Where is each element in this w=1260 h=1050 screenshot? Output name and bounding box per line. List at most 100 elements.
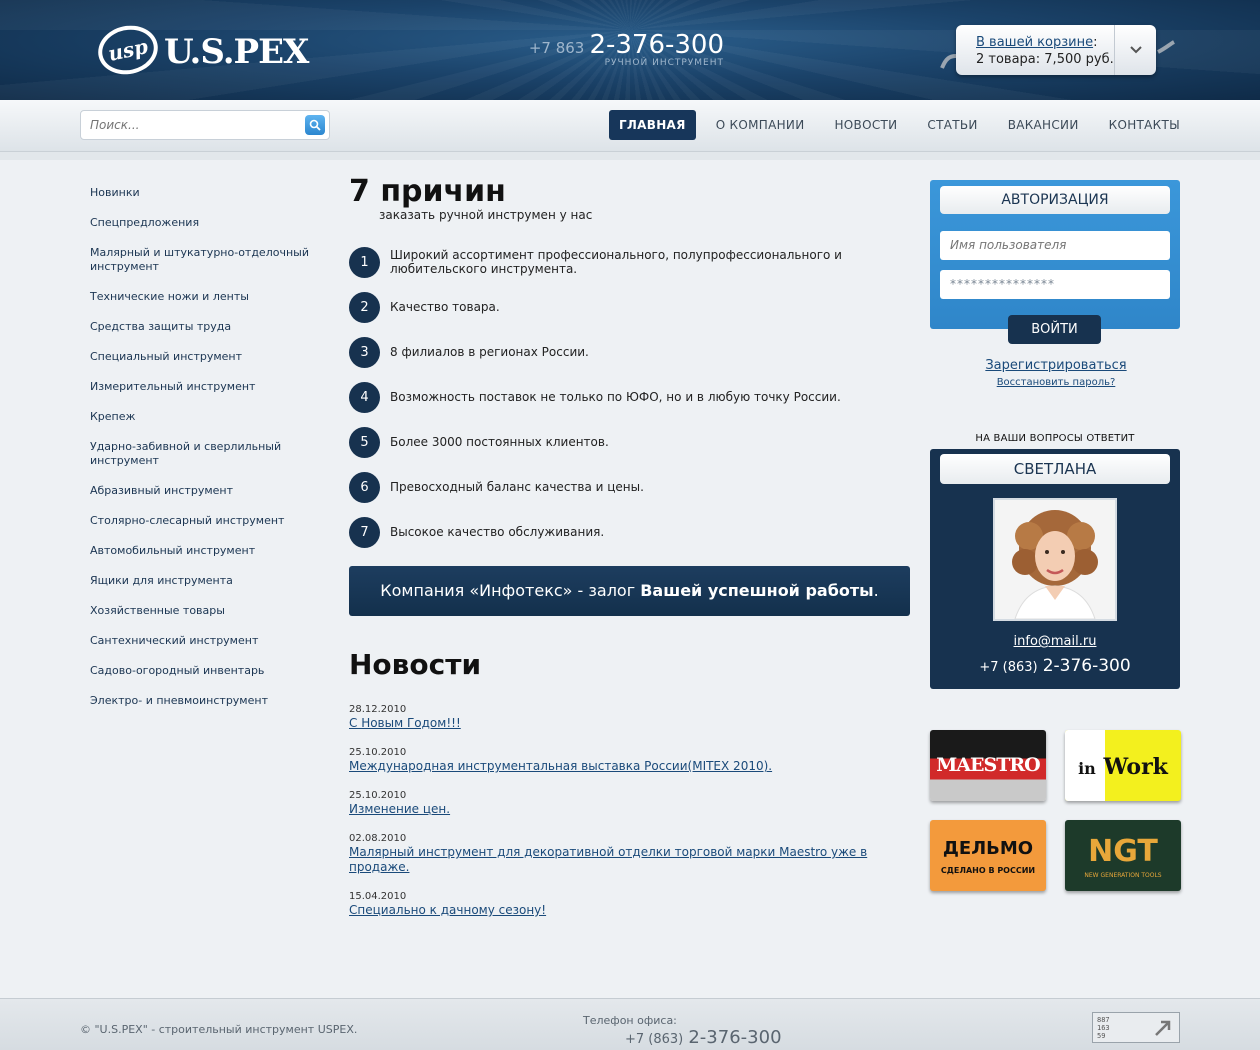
- site-header: usp U.S.PEX +7 863 2-376-300 РУЧНОЙ ИНСТ…: [0, 0, 1260, 100]
- menu-item-contacts[interactable]: КОНТАКТЫ: [1099, 110, 1190, 140]
- cart-widget[interactable]: В вашей корзине: 2 товара: 7,500 руб.: [956, 25, 1156, 75]
- copyright: © "U.S.PEX" - строительный инструмент US…: [80, 1023, 358, 1036]
- cart-dropdown-button[interactable]: [1114, 25, 1156, 75]
- brand-ngt[interactable]: NGT NEW GENERATION TOOLS: [1065, 820, 1181, 891]
- category-item[interactable]: Абразивный инструмент: [90, 484, 320, 498]
- nav-divider: [0, 152, 1260, 160]
- category-item[interactable]: Электро- и пневмоинструмент: [90, 694, 320, 708]
- news-title: Новости: [349, 648, 482, 681]
- category-item[interactable]: Садово-огородный инвентарь: [90, 664, 320, 678]
- banner-text-end: .: [873, 581, 879, 600]
- banner-text-start: Компания «Инфотекс» - залог: [380, 581, 641, 600]
- header-phone-caption: РУЧНОЙ ИНСТРУМЕНТ: [604, 58, 724, 68]
- header-phone-code: +7 863: [528, 39, 585, 57]
- helper-caption: НА ВАШИ ВОПРОСЫ ОТВЕТИТ: [975, 433, 1135, 444]
- reason-number: 2: [349, 292, 380, 323]
- news-item: 28.12.2010 С Новым Годом!!!: [349, 704, 910, 731]
- category-item[interactable]: Столярно-слесарный инструмент: [90, 514, 320, 528]
- logo-badge: usp: [93, 20, 163, 80]
- reason-text: Возможность поставок не только по ЮФО, н…: [390, 390, 841, 404]
- restore-wrap: Восстановить пароль?: [930, 377, 1182, 388]
- brand-delmo[interactable]: ДЕЛЬМО СДЕЛАНО В РОССИИ: [930, 820, 1046, 891]
- brand-delmo-sub: СДЕЛАНО В РОССИИ: [940, 866, 1036, 875]
- footer-phone: Телефон офиса: +7 (863) 2-376-300: [583, 1014, 782, 1048]
- category-item[interactable]: Ящики для инструмента: [90, 574, 320, 588]
- category-item[interactable]: Автомобильный инструмент: [90, 544, 320, 558]
- news-date: 15.04.2010: [349, 891, 407, 902]
- category-list: Новинки Спецпредложения Малярный и штука…: [90, 186, 320, 724]
- reason-text: Широкий ассортимент профессионального, п…: [390, 248, 842, 276]
- news-link[interactable]: Международная инструментальная выставка …: [349, 759, 910, 774]
- cart-link[interactable]: В вашей корзине: [976, 35, 1093, 50]
- reason-text: Качество товара.: [390, 300, 500, 314]
- helper-name: СВЕТЛАНА: [940, 454, 1170, 484]
- category-item[interactable]: Средства защиты труда: [90, 320, 320, 334]
- footer-phone-number: 2-376-300: [688, 1027, 782, 1048]
- menu-item-news[interactable]: НОВОСТИ: [824, 110, 907, 140]
- chevron-down-icon: [1129, 46, 1142, 54]
- auth-title: АВТОРИЗАЦИЯ: [940, 186, 1170, 214]
- brand-inwork-a: in: [1078, 759, 1096, 778]
- cart-info: В вашей корзине: 2 товара: 7,500 руб.: [976, 34, 1114, 68]
- main-menu: ГЛАВНАЯ О КОМПАНИИ НОВОСТИ СТАТЬИ ВАКАНС…: [599, 110, 1190, 140]
- category-item[interactable]: Ударно-забивной и сверлильный инструмент: [90, 440, 320, 468]
- category-item[interactable]: Хозяйственные товары: [90, 604, 320, 618]
- news-link[interactable]: Специально к дачному сезону!: [349, 903, 910, 918]
- brand-inwork-b: Work: [1103, 754, 1168, 780]
- news-list: 28.12.2010 С Новым Годом!!! 25.10.2010 М…: [349, 704, 910, 918]
- reason-number: 1: [349, 247, 380, 278]
- menu-item-about[interactable]: О КОМПАНИИ: [706, 110, 815, 140]
- footer-phone-label: Телефон офиса:: [583, 1014, 677, 1027]
- category-item[interactable]: Специальный инструмент: [90, 350, 320, 364]
- news-date: 28.12.2010: [349, 704, 407, 715]
- news-link[interactable]: С Новым Годом!!!: [349, 716, 910, 731]
- brand-inwork[interactable]: in Work: [1065, 730, 1181, 801]
- username-field[interactable]: [940, 231, 1170, 260]
- register-link[interactable]: Зарегистрироваться: [985, 358, 1126, 373]
- category-item[interactable]: Малярный и штукатурно-отделочный инструм…: [90, 246, 320, 274]
- site-logo[interactable]: usp U.S.PEX: [93, 20, 318, 80]
- header-phone: +7 863 2-376-300 РУЧНОЙ ИНСТРУМЕНТ: [528, 30, 724, 68]
- reason-number: 5: [349, 427, 380, 458]
- helper-panel: СВЕТЛАНА info@mail.ru +7 (863) 2-376-300: [930, 449, 1180, 689]
- footer-phone-code: +7 (863): [625, 1032, 684, 1047]
- news-link[interactable]: Изменение цен.: [349, 802, 910, 817]
- brand-maestro[interactable]: MAESTRO: [930, 730, 1046, 801]
- nav-bar: ГЛАВНАЯ О КОМПАНИИ НОВОСТИ СТАТЬИ ВАКАНС…: [0, 100, 1260, 152]
- person-photo-icon: [995, 500, 1115, 619]
- reasons-subtitle: заказать ручной инструмен у нас: [379, 208, 593, 222]
- reason-item: 7 Высокое качество обслуживания.: [349, 517, 910, 562]
- menu-item-vacancies[interactable]: ВАКАНСИИ: [998, 110, 1089, 140]
- helper-email-link[interactable]: info@mail.ru: [1014, 634, 1097, 649]
- banner-text-bold: Вашей успешной работы: [640, 581, 874, 600]
- logo-text: U.S.PEX: [164, 32, 309, 72]
- login-button[interactable]: ВОЙТИ: [1008, 315, 1101, 344]
- menu-item-home[interactable]: ГЛАВНАЯ: [608, 110, 696, 140]
- brand-inwork-label: in Work: [1065, 754, 1181, 780]
- menu-item-articles[interactable]: СТАТЬИ: [917, 110, 987, 140]
- search-button[interactable]: [305, 115, 325, 135]
- category-item[interactable]: Технические ножи и ленты: [90, 290, 320, 304]
- category-item[interactable]: Измерительный инструмент: [90, 380, 320, 394]
- visit-counter[interactable]: 887 163 59: [1092, 1012, 1180, 1043]
- news-item: 02.08.2010 Малярный инструмент для декор…: [349, 833, 910, 875]
- register-wrap: Зарегистрироваться: [930, 358, 1182, 373]
- helper-avatar: [993, 498, 1117, 621]
- helper-email-wrap: info@mail.ru: [930, 634, 1180, 649]
- brand-ngt-sub: NEW GENERATION TOOLS: [1084, 872, 1162, 879]
- search-input[interactable]: [81, 111, 291, 139]
- reason-text: Превосходный баланс качества и цены.: [390, 480, 644, 494]
- news-link[interactable]: Малярный инструмент для декоративной отд…: [349, 845, 910, 875]
- category-item[interactable]: Крепеж: [90, 410, 320, 424]
- helper-phone-code: +7 (863): [979, 660, 1038, 675]
- brand-maestro-label: MAESTRO: [936, 754, 1040, 776]
- reason-text: Высокое качество обслуживания.: [390, 525, 605, 539]
- category-item[interactable]: Спецпредложения: [90, 216, 320, 230]
- news-item: 15.04.2010 Специально к дачному сезону!: [349, 891, 910, 918]
- category-item[interactable]: Сантехнический инструмент: [90, 634, 320, 648]
- restore-password-link[interactable]: Восстановить пароль?: [997, 377, 1116, 388]
- reason-item: 4 Возможность поставок не только по ЮФО,…: [349, 382, 910, 427]
- news-item: 25.10.2010 Международная инструментальна…: [349, 747, 910, 774]
- category-item[interactable]: Новинки: [90, 186, 320, 200]
- password-field[interactable]: [940, 270, 1170, 299]
